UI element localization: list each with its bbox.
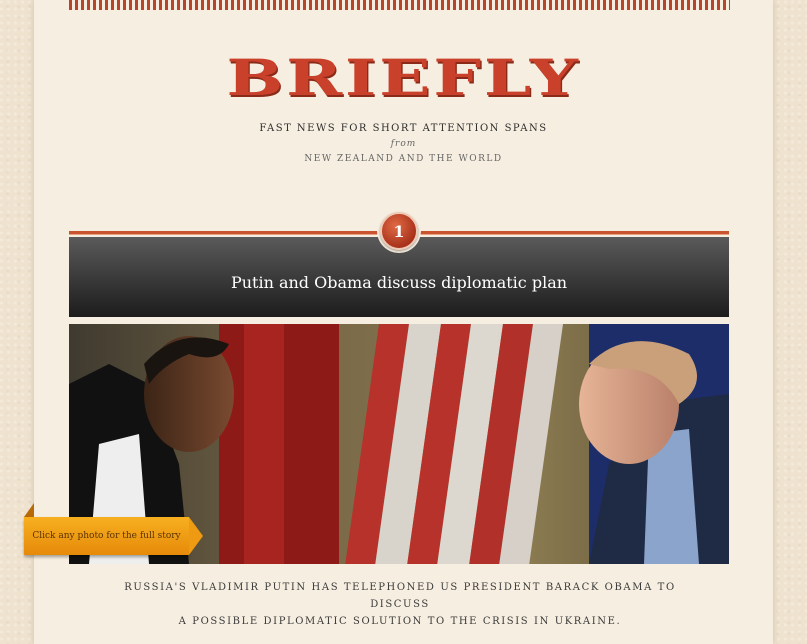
story-number: 1 — [380, 212, 418, 250]
ribbon-body[interactable]: Click any photo for the full story — [24, 517, 189, 555]
story-headline[interactable]: Putin and Obama discuss diplomatic plan — [231, 273, 567, 292]
site-logo[interactable]: BRIEFLY — [0, 48, 807, 107]
site-tagline-region: NEW ZEALAND AND THE WORLD — [304, 154, 503, 164]
decorative-top-stripe — [69, 0, 730, 10]
ribbon-tip — [189, 517, 203, 555]
story-summary-line2: A POSSIBLE DIPLOMATIC SOLUTION TO THE CR… — [178, 616, 622, 627]
photo-tip-text: Click any photo for the full story — [32, 531, 181, 541]
site-tagline-from: from — [390, 139, 417, 149]
ribbon-fold — [24, 503, 34, 517]
story-summary: RUSSIA'S VLADIMIR PUTIN HAS TELEPHONED U… — [100, 579, 700, 630]
story-number-badge: 1 — [377, 209, 421, 253]
site-tagline: FAST NEWS FOR SHORT ATTENTION SPANS — [259, 123, 548, 134]
photo-tip-ribbon[interactable]: Click any photo for the full story — [24, 503, 203, 555]
story-summary-line1: RUSSIA'S VLADIMIR PUTIN HAS TELEPHONED U… — [124, 582, 676, 610]
